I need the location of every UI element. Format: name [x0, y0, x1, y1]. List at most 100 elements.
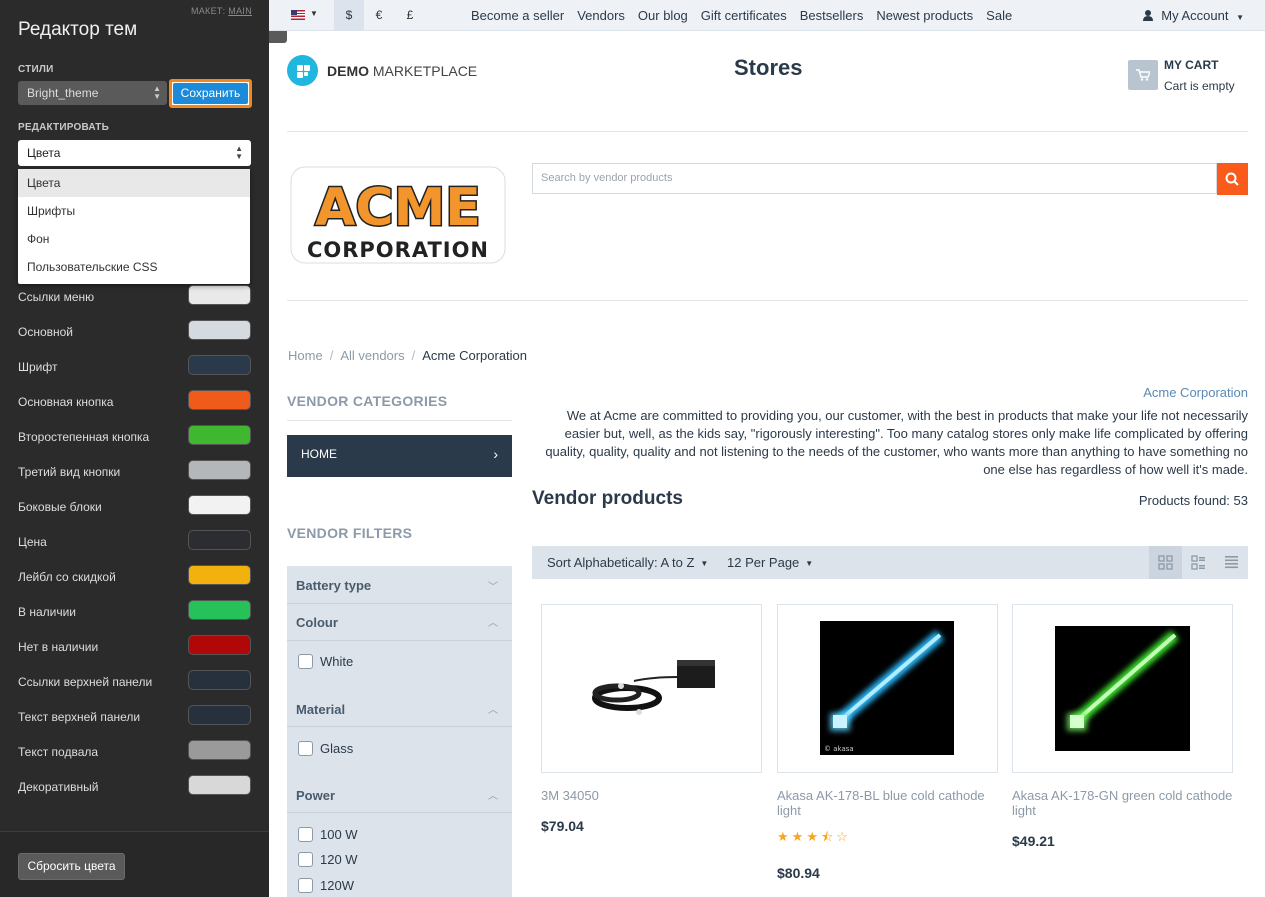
checkbox[interactable] — [298, 827, 313, 842]
filter-option-glass[interactable]: Glass — [298, 741, 353, 756]
color-swatch[interactable] — [188, 320, 251, 340]
theme-select[interactable]: Bright_theme ▲ ▼ — [18, 81, 167, 105]
currency-usd[interactable]: $ — [334, 0, 364, 31]
product-card[interactable]: © akasa — [777, 604, 998, 773]
product-name[interactable]: Akasa AK-178-BL blue cold cathode light — [777, 788, 998, 818]
color-row: Шрифт — [18, 355, 251, 379]
dropdown-option-custom-css[interactable]: Пользовательские CSS — [18, 253, 250, 281]
layout-link[interactable]: MAIN — [228, 6, 252, 16]
filter-material[interactable]: Material — [296, 702, 345, 717]
color-row: Ссылки меню — [18, 285, 251, 309]
compact-list-icon[interactable] — [1215, 546, 1248, 579]
color-swatch[interactable] — [188, 635, 251, 655]
vendor-search-input[interactable]: Search by vendor products — [532, 163, 1217, 194]
checkbox[interactable] — [298, 654, 313, 669]
checkbox[interactable] — [298, 741, 313, 756]
filter-option-100w[interactable]: 100 W — [298, 827, 358, 842]
sort-select[interactable]: Sort Alphabetically: A to Z ▼ — [547, 546, 708, 581]
filter-option-120w[interactable]: 120 W — [298, 852, 358, 867]
search-button[interactable] — [1217, 163, 1248, 195]
color-swatch[interactable] — [188, 600, 251, 620]
layout-label: МАКЕТ: — [190, 6, 226, 16]
filter-colour[interactable]: Colour — [296, 615, 338, 630]
color-row: Основная кнопка — [18, 390, 251, 414]
color-label: Второстепенная кнопка — [18, 430, 150, 444]
color-label: Лейбл со скидкой — [18, 570, 116, 584]
color-swatch[interactable] — [188, 775, 251, 795]
color-swatch[interactable] — [188, 460, 251, 480]
save-button[interactable]: Сохранить — [169, 79, 252, 108]
color-swatch[interactable] — [188, 425, 251, 445]
breadcrumb-all-vendors[interactable]: All vendors — [340, 348, 404, 363]
category-home[interactable]: HOME › — [287, 435, 512, 477]
divider — [287, 420, 512, 421]
us-flag-icon[interactable] — [291, 10, 305, 20]
product-card[interactable] — [541, 604, 762, 773]
filter-battery-type[interactable]: Battery type — [296, 578, 371, 593]
checkbox[interactable] — [298, 852, 313, 867]
link-vendors[interactable]: Vendors — [577, 0, 625, 31]
color-label: Основная кнопка — [18, 395, 114, 409]
reset-colors-button[interactable]: Сбросить цвета — [18, 853, 125, 880]
grid-view-icon[interactable] — [1149, 546, 1182, 579]
color-label: Боковые блоки — [18, 500, 102, 514]
color-swatch[interactable] — [188, 355, 251, 375]
link-sale[interactable]: Sale — [986, 0, 1012, 31]
link-newest-products[interactable]: Newest products — [876, 0, 973, 31]
color-swatch[interactable] — [188, 670, 251, 690]
link-become-seller[interactable]: Become a seller — [471, 0, 564, 31]
cart-status: Cart is empty — [1164, 79, 1235, 93]
filter-option-white[interactable]: White — [298, 654, 353, 669]
color-row: Текст верхней панели — [18, 705, 251, 729]
marketplace-logo[interactable]: DEMO MARKETPLACE — [287, 55, 477, 86]
color-swatch[interactable] — [188, 740, 251, 760]
color-swatch[interactable] — [188, 565, 251, 585]
color-row: Основной — [18, 320, 251, 344]
filters-panel: Battery type ﹀ Colour ︿ White Material ︿… — [287, 566, 512, 897]
list-view-icon[interactable] — [1182, 546, 1215, 579]
filter-option-120w-alt[interactable]: 120W — [298, 878, 354, 893]
vendor-description: We at Acme are committed to providing yo… — [545, 408, 1248, 477]
color-swatch[interactable] — [188, 530, 251, 550]
dropdown-option-fonts[interactable]: Шрифты — [18, 197, 250, 225]
vendor-name[interactable]: Acme Corporation — [1143, 385, 1248, 400]
color-label: Цена — [18, 535, 47, 549]
currency-eur[interactable]: € — [364, 0, 394, 31]
star-empty-icon: ☆ — [836, 829, 851, 844]
chevron-up-icon[interactable]: ︿ — [488, 787, 498, 802]
account-menu[interactable]: My Account ▼ — [1142, 0, 1244, 33]
product-image — [1055, 626, 1190, 751]
edit-select[interactable]: Цвета ▲ ▼ — [18, 140, 251, 166]
filter-power[interactable]: Power — [296, 788, 335, 803]
color-label: Ссылки верхней панели — [18, 675, 153, 689]
chevron-up-icon[interactable]: ︿ — [488, 701, 498, 716]
star-icon: ★ — [791, 829, 807, 844]
top-bar: ▼ $ € £ Become a seller Vendors Our blog… — [269, 0, 1265, 31]
product-image — [592, 660, 715, 715]
color-swatch[interactable] — [188, 390, 251, 410]
chevron-down-icon[interactable]: ﹀ — [488, 578, 498, 593]
color-swatch[interactable] — [188, 495, 251, 515]
dropdown-option-colors[interactable]: Цвета — [18, 169, 250, 197]
color-label: Третий вид кнопки — [18, 465, 121, 479]
color-label: Текст верхней панели — [18, 710, 141, 724]
color-swatch[interactable] — [188, 285, 251, 305]
link-bestsellers[interactable]: Bestsellers — [800, 0, 864, 31]
chevron-up-icon[interactable]: ︿ — [488, 614, 498, 629]
breadcrumb-home[interactable]: Home — [288, 348, 323, 363]
select-arrows-icon: ▲ ▼ — [153, 84, 161, 101]
currency-gbp[interactable]: £ — [395, 0, 425, 31]
link-gift-certificates[interactable]: Gift certificates — [701, 0, 787, 31]
caret-down-icon[interactable]: ▼ — [310, 9, 318, 18]
dropdown-option-background[interactable]: Фон — [18, 225, 250, 253]
logo-text: MARKETPLACE — [372, 62, 478, 79]
checkbox[interactable] — [298, 878, 313, 893]
panel-title: Редактор тем — [18, 19, 138, 40]
product-card[interactable] — [1012, 604, 1233, 773]
product-name[interactable]: Akasa AK-178-GN green cold cathode light — [1012, 788, 1237, 818]
per-page-select[interactable]: 12 Per Page ▼ — [727, 546, 813, 581]
link-blog[interactable]: Our blog — [638, 0, 688, 31]
product-name[interactable]: 3M 34050 — [541, 788, 762, 803]
logo-icon — [287, 55, 318, 86]
color-swatch[interactable] — [188, 705, 251, 725]
